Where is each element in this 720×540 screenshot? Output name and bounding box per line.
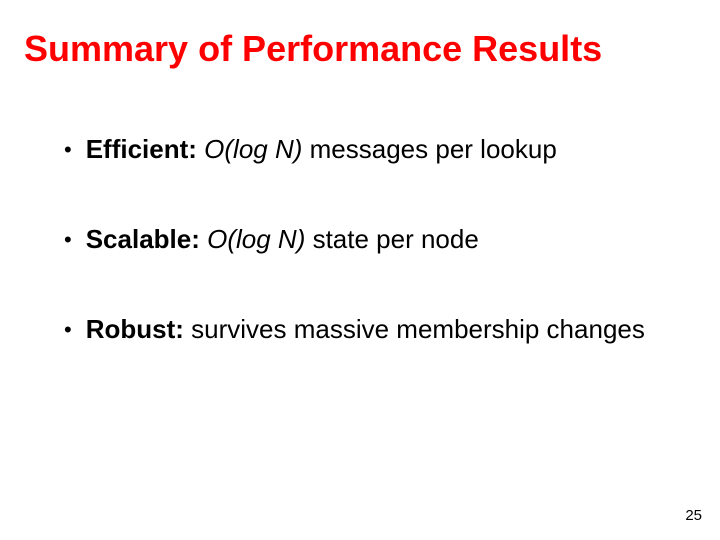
bullet-marker: •: [64, 133, 72, 166]
slide-title: Summary of Performance Results: [24, 28, 696, 69]
bullet-description: survives massive membership changes: [184, 314, 645, 344]
bullet-item-efficient: • Efficient: O(log N) messages per looku…: [64, 133, 696, 167]
bullet-item-robust: • Robust: survives massive membership ch…: [64, 313, 696, 347]
bullet-text: Scalable: O(log N) state per node: [86, 223, 696, 257]
bullet-item-scalable: • Scalable: O(log N) state per node: [64, 223, 696, 257]
bullet-complexity: O(log N): [207, 224, 305, 254]
bullet-description: state per node: [305, 224, 478, 254]
bullet-marker: •: [64, 223, 72, 256]
bullet-text: Efficient: O(log N) messages per lookup: [86, 133, 696, 167]
bullet-description: messages per lookup: [302, 134, 556, 164]
page-number: 25: [685, 507, 702, 524]
bullet-text: Robust: survives massive membership chan…: [86, 313, 696, 347]
bullet-complexity: O(log N): [204, 134, 302, 164]
bullet-label: Scalable:: [86, 224, 200, 254]
slide-content: • Efficient: O(log N) messages per looku…: [24, 133, 696, 346]
bullet-label: Efficient:: [86, 134, 197, 164]
slide-container: Summary of Performance Results • Efficie…: [0, 0, 720, 540]
bullet-marker: •: [64, 313, 72, 346]
bullet-label: Robust:: [86, 314, 184, 344]
